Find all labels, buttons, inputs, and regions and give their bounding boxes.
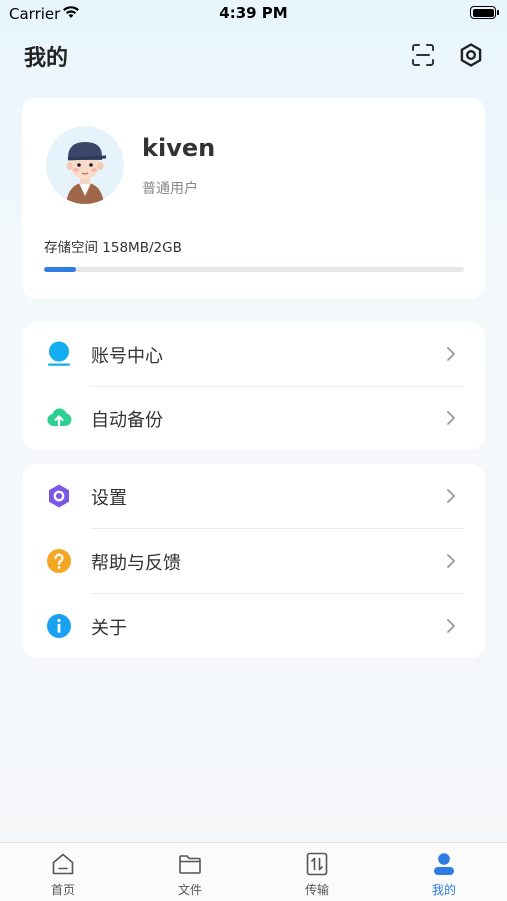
menu-item-label: 自动备份 [91,410,163,431]
storage-progress-bar [44,267,464,272]
info-icon [46,613,72,639]
tab-transfer[interactable]: 传输 [254,843,380,901]
chevron-right-icon [446,410,456,426]
storage-label: 存储空间 158MB/2GB [44,240,182,256]
chevron-right-icon [446,553,456,569]
avatar[interactable] [46,126,124,204]
home-icon [51,852,75,876]
menu-group-account: 账号中心 自动备份 [22,322,485,450]
chevron-right-icon [446,488,456,504]
scan-icon[interactable] [410,42,436,68]
chevron-right-icon [446,346,456,362]
clock: 4:39 PM [219,4,288,22]
menu-item-auto-backup[interactable]: 自动备份 [22,386,485,450]
settings-icon[interactable] [458,42,484,68]
page-title: 我的 [24,46,69,71]
profile-card[interactable]: kiven 普通用户 存储空间 158MB/2GB [22,98,485,299]
tab-label: 首页 [50,883,75,897]
menu-item-label: 帮助与反馈 [91,553,181,574]
menu-group-general: 设置 帮助与反馈 关于 [22,464,485,658]
cloud-upload-icon [46,405,72,431]
tab-label: 我的 [431,883,456,897]
menu-item-about[interactable]: 关于 [22,594,485,658]
user-icon [432,852,456,876]
tab-files[interactable]: 文件 [127,843,253,901]
menu-item-settings[interactable]: 设置 [22,464,485,528]
folder-icon [178,852,202,876]
account-icon [46,341,72,367]
menu-item-label: 账号中心 [91,346,163,367]
tab-home[interactable]: 首页 [0,843,126,901]
menu-item-help-feedback[interactable]: 帮助与反馈 [22,529,485,593]
battery-icon [470,6,499,19]
chevron-right-icon [446,618,456,634]
menu-item-account-center[interactable]: 账号中心 [22,322,485,386]
username: kiven [142,134,216,162]
tab-me[interactable]: 我的 [381,843,507,901]
help-icon [46,548,72,574]
user-role: 普通用户 [142,181,198,197]
settings-icon [46,483,72,509]
menu-item-label: 关于 [91,618,127,639]
tab-bar: 首页 文件 传输 我的 [0,842,507,901]
menu-item-label: 设置 [91,488,127,509]
storage-progress-fill [44,267,77,272]
tab-label: 文件 [177,883,202,897]
status-bar: Carrier 4:39 PM [0,0,507,28]
tab-label: 传输 [304,883,329,897]
transfer-icon [305,852,329,876]
